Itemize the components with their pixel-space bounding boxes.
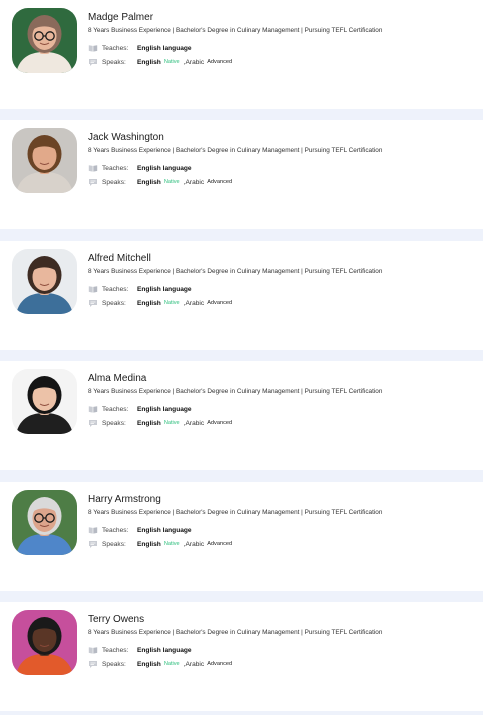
teaches-value: English language [137, 44, 192, 52]
teaches-row: Teaches: English language [88, 163, 192, 173]
tutor-avatar[interactable] [12, 8, 77, 73]
tutor-headline: 8 Years Business Experience | Bachelor's… [88, 27, 383, 34]
speaks-primary-language: English [137, 540, 161, 548]
tutor-avatar[interactable] [12, 249, 77, 314]
tutor-name[interactable]: Madge Palmer [88, 12, 153, 23]
chat-bubble-icon [88, 177, 98, 187]
speaks-secondary-language: ,Arabic [183, 299, 205, 307]
native-level-badge: Native [163, 300, 180, 306]
speaks-primary-language: English [137, 419, 161, 427]
tutor-headline: 8 Years Business Experience | Bachelor's… [88, 147, 383, 154]
native-level-badge: Native [163, 661, 180, 667]
teaches-value: English language [137, 526, 192, 534]
speaks-label: Speaks: [102, 178, 126, 186]
speaks-label: Speaks: [102, 660, 126, 668]
speaks-secondary-language: ,Arabic [183, 660, 205, 668]
chat-bubble-icon [88, 659, 98, 669]
avatar-portrait [12, 8, 77, 73]
teaches-value: English language [137, 405, 192, 413]
speaks-label: Speaks: [102, 419, 126, 427]
speaks-secondary-language: ,Arabic [183, 419, 205, 427]
teaches-row: Teaches: English language [88, 525, 192, 535]
teaches-label: Teaches: [102, 646, 129, 654]
teaches-value: English language [137, 285, 192, 293]
tutor-name[interactable]: Alfred Mitchell [88, 253, 151, 264]
speaks-row: Speaks: English Native ,Arabic Advanced [88, 418, 232, 428]
book-icon [88, 284, 98, 294]
native-level-badge: Native [163, 541, 180, 547]
tutor-name[interactable]: Terry Owens [88, 614, 144, 625]
speaks-secondary-language: ,Arabic [183, 58, 205, 66]
tutor-headline: 8 Years Business Experience | Bachelor's… [88, 509, 383, 516]
tutor-card[interactable]: Alfred Mitchell 8 Years Business Experie… [0, 241, 483, 350]
advanced-level-badge: Advanced [207, 59, 233, 65]
tutor-card[interactable]: Jack Washington 8 Years Business Experie… [0, 120, 483, 229]
advanced-level-badge: Advanced [207, 300, 233, 306]
teaches-label: Teaches: [102, 164, 129, 172]
tutor-name[interactable]: Alma Medina [88, 373, 146, 384]
native-level-badge: Native [163, 179, 180, 185]
teaches-value: English language [137, 164, 192, 172]
speaks-primary-language: English [137, 178, 161, 186]
speaks-secondary-language: ,Arabic [183, 540, 205, 548]
speaks-row: Speaks: English Native ,Arabic Advanced [88, 298, 232, 308]
tutor-card[interactable]: Alma Medina 8 Years Business Experience … [0, 361, 483, 470]
tutor-avatar[interactable] [12, 369, 77, 434]
teaches-label: Teaches: [102, 405, 129, 413]
tutor-name[interactable]: Jack Washington [88, 132, 164, 143]
speaks-primary-language: English [137, 299, 161, 307]
avatar-portrait [12, 610, 77, 675]
book-icon [88, 404, 98, 414]
speaks-primary-language: English [137, 58, 161, 66]
book-icon [88, 645, 98, 655]
tutor-headline: 8 Years Business Experience | Bachelor's… [88, 629, 383, 636]
tutor-avatar[interactable] [12, 610, 77, 675]
native-level-badge: Native [163, 59, 180, 65]
advanced-level-badge: Advanced [207, 661, 233, 667]
tutor-card[interactable]: Harry Armstrong 8 Years Business Experie… [0, 482, 483, 591]
chat-bubble-icon [88, 539, 98, 549]
teaches-label: Teaches: [102, 44, 129, 52]
speaks-label: Speaks: [102, 299, 126, 307]
tutor-name[interactable]: Harry Armstrong [88, 494, 161, 505]
advanced-level-badge: Advanced [207, 541, 233, 547]
avatar-portrait [12, 490, 77, 555]
native-level-badge: Native [163, 420, 180, 426]
speaks-label: Speaks: [102, 540, 126, 548]
advanced-level-badge: Advanced [207, 420, 233, 426]
speaks-row: Speaks: English Native ,Arabic Advanced [88, 57, 232, 67]
speaks-row: Speaks: English Native ,Arabic Advanced [88, 177, 232, 187]
tutor-card[interactable]: Terry Owens 8 Years Business Experience … [0, 602, 483, 711]
book-icon [88, 43, 98, 53]
tutor-headline: 8 Years Business Experience | Bachelor's… [88, 388, 383, 395]
teaches-value: English language [137, 646, 192, 654]
tutor-avatar[interactable] [12, 128, 77, 193]
speaks-row: Speaks: English Native ,Arabic Advanced [88, 659, 232, 669]
advanced-level-badge: Advanced [207, 179, 233, 185]
chat-bubble-icon [88, 418, 98, 428]
teaches-label: Teaches: [102, 526, 129, 534]
chat-bubble-icon [88, 57, 98, 67]
avatar-portrait [12, 249, 77, 314]
speaks-row: Speaks: English Native ,Arabic Advanced [88, 539, 232, 549]
book-icon [88, 163, 98, 173]
avatar-portrait [12, 128, 77, 193]
tutor-card[interactable]: Madge Palmer 8 Years Business Experience… [0, 0, 483, 109]
teaches-row: Teaches: English language [88, 645, 192, 655]
speaks-primary-language: English [137, 660, 161, 668]
teaches-row: Teaches: English language [88, 284, 192, 294]
teaches-row: Teaches: English language [88, 404, 192, 414]
tutor-avatar[interactable] [12, 490, 77, 555]
chat-bubble-icon [88, 298, 98, 308]
avatar-portrait [12, 369, 77, 434]
speaks-label: Speaks: [102, 58, 126, 66]
tutor-list: Madge Palmer 8 Years Business Experience… [0, 0, 483, 715]
book-icon [88, 525, 98, 535]
speaks-secondary-language: ,Arabic [183, 178, 205, 186]
tutor-headline: 8 Years Business Experience | Bachelor's… [88, 268, 383, 275]
teaches-row: Teaches: English language [88, 43, 192, 53]
teaches-label: Teaches: [102, 285, 129, 293]
